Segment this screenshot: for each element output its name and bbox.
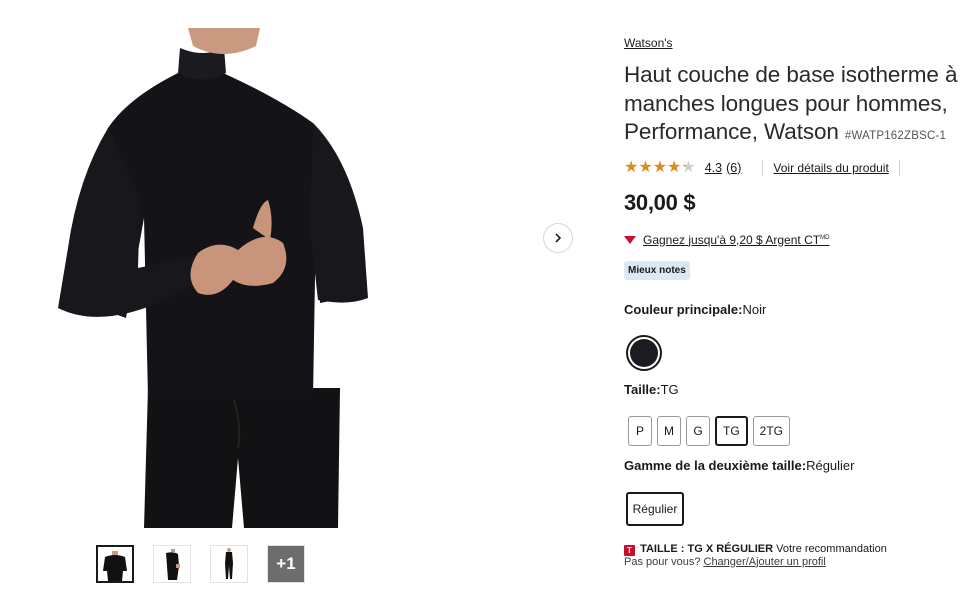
swatch-fill — [630, 338, 658, 367]
color-swatch-black[interactable] — [626, 334, 662, 371]
size-label-title: Taille: — [624, 381, 661, 397]
change-profile-link[interactable]: Changer/Ajouter un profil — [704, 556, 826, 568]
size-range-label: Gamme de la deuxième taille:Régulier — [624, 458, 964, 473]
product-sku: #WATP162ZBSC-1 — [844, 130, 947, 142]
size-option-tg[interactable]: TG — [715, 415, 748, 446]
ct-money-text: Gagnez jusqu'à 9,20 $ Argent CT — [643, 232, 821, 247]
reco-question: Pas pour vous? — [624, 555, 701, 568]
size-option-2tg[interactable]: 2TG — [752, 415, 791, 446]
more-images-count: +1 — [276, 554, 296, 573]
reco-size: TAILLE : TG X RÉGULIER — [640, 542, 774, 555]
top-rated-badge: Mieux notes — [624, 260, 690, 280]
price: 30,00 $ — [624, 189, 696, 215]
size-range-value: Régulier — [806, 457, 855, 473]
size-option-p[interactable]: P — [628, 415, 652, 446]
ct-money-link[interactable]: Gagnez jusqu'à 9,20 $ Argent CTMD — [643, 233, 829, 247]
reco-suffix: Votre recommandation — [776, 542, 887, 555]
thumbnail-2[interactable] — [153, 545, 191, 583]
size-option-m[interactable]: M — [657, 415, 681, 446]
reco-line-2: Pas pour vous? Changer/Ajouter un profil — [624, 556, 964, 569]
size-label: Taille:TG — [624, 382, 964, 397]
size-recommendation: T TAILLE : TG X RÉGULIER Votre recommand… — [624, 543, 964, 569]
ct-money-row[interactable]: Gagnez jusqu'à 9,20 $ Argent CTMD — [624, 233, 964, 247]
ct-money-sup: MD — [820, 234, 830, 241]
size-option-g[interactable]: G — [686, 415, 710, 446]
star-icon: ★ — [667, 158, 682, 176]
reco-line-1: T TAILLE : TG X RÉGULIER Votre recommand… — [624, 543, 964, 556]
star-partial-icon: ★ — [681, 158, 696, 176]
color-label: Couleur principale:Noir — [624, 302, 964, 317]
product-details-link[interactable]: Voir détails du produit — [773, 161, 888, 175]
size-options: P M G TG 2TG — [628, 415, 964, 446]
color-label-title: Couleur principale: — [624, 301, 743, 317]
divider — [762, 159, 764, 176]
color-label-value: Noir — [742, 301, 767, 317]
chevron-right-icon — [555, 233, 562, 243]
ct-triangle-icon — [624, 235, 636, 244]
main-product-image[interactable] — [48, 28, 370, 528]
rating-count[interactable]: (6) — [726, 161, 741, 175]
size-tag-icon: T — [624, 544, 635, 556]
star-icon: ★ — [638, 158, 653, 176]
rating-value[interactable]: 4.3 — [705, 161, 722, 175]
brand-link[interactable]: Watson's — [624, 36, 673, 50]
size-label-value: TG — [660, 381, 679, 397]
size-range-title: Gamme de la deuxième taille: — [624, 457, 807, 473]
thumbnail-3[interactable] — [210, 545, 248, 583]
thumbnail-strip: +1 — [96, 545, 305, 583]
rating-stars[interactable]: ★ ★ ★ ★ ★ — [624, 158, 696, 176]
rating-row: ★ ★ ★ ★ ★ 4.3 (6) Voir détails du produi… — [624, 158, 964, 176]
size-range-regular-button[interactable]: Régulier — [626, 491, 684, 526]
product-info-panel: Watson's Haut couche de base isotherme à… — [624, 34, 964, 569]
thumbnail-image — [103, 551, 127, 581]
next-image-button[interactable] — [543, 223, 573, 253]
thumbnail-image — [225, 548, 233, 579]
divider — [898, 159, 900, 176]
star-icon: ★ — [624, 158, 639, 176]
star-icon: ★ — [652, 158, 668, 176]
thumbnail-image — [166, 549, 180, 580]
more-images-thumbnail[interactable]: +1 — [267, 545, 305, 583]
product-photo-illustration — [58, 28, 368, 528]
product-title: Haut couche de base isotherme à manches … — [624, 61, 964, 151]
thumbnail-1[interactable] — [96, 545, 134, 583]
